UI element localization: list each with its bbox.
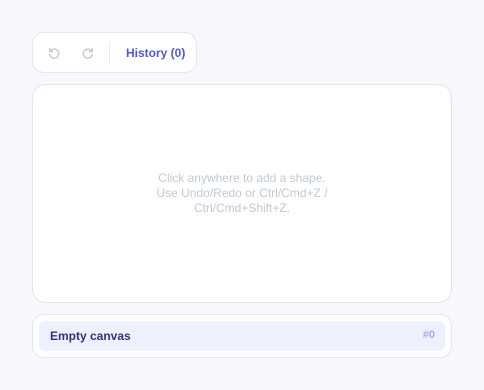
toolbar: History (0) [32,32,197,73]
undo-icon [48,47,60,59]
app-root: History (0) Click anywhere to add a shap… [0,0,484,390]
undo-button[interactable] [42,41,66,65]
redo-button[interactable] [76,41,100,65]
layer-item[interactable]: Empty canvas #0 [39,321,445,351]
canvas-hint: Click anywhere to add a shape. Use Undo/… [156,171,328,215]
layers-panel: Empty canvas #0 [32,314,452,358]
redo-icon [82,47,94,59]
layer-count: #0 [422,329,435,341]
history-button[interactable]: History (0) [126,46,185,60]
layer-label: Empty canvas [50,329,131,343]
drawing-canvas[interactable]: Click anywhere to add a shape. Use Undo/… [32,84,452,303]
toolbar-divider [109,41,110,64]
